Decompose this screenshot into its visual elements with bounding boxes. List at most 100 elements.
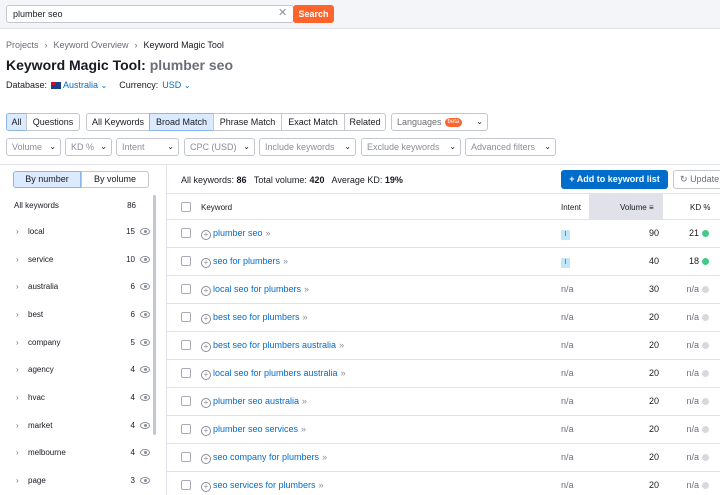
add-circle-icon[interactable]: + bbox=[201, 398, 211, 408]
tab-broad-match[interactable]: Broad Match bbox=[149, 113, 214, 131]
sidebar-item[interactable]: › agency 4 bbox=[14, 363, 150, 377]
sidebar-item[interactable]: › hvac 4 bbox=[14, 391, 150, 405]
row-checkbox[interactable] bbox=[181, 256, 191, 266]
header-volume[interactable]: Volume bbox=[620, 203, 647, 212]
add-circle-icon[interactable]: + bbox=[201, 482, 211, 492]
eye-icon[interactable] bbox=[140, 256, 150, 263]
double-chevron-right-icon[interactable]: » bbox=[301, 424, 306, 434]
filter-intent[interactable]: Intent ⌄ bbox=[116, 138, 179, 156]
double-chevron-right-icon[interactable]: » bbox=[303, 312, 308, 322]
double-chevron-right-icon[interactable]: » bbox=[283, 256, 288, 266]
filter-include-keywords[interactable]: Include keywords ⌄ bbox=[259, 138, 356, 156]
row-checkbox[interactable] bbox=[181, 452, 191, 462]
update-button[interactable]: ↻ Update bbox=[673, 170, 720, 189]
sidebar-scrollbar[interactable] bbox=[153, 195, 156, 435]
volume-value: 90 bbox=[648, 228, 659, 238]
languages-dropdown[interactable]: Languages beta ⌄ bbox=[391, 113, 488, 131]
sidebar-item[interactable]: › australia 6 bbox=[14, 280, 150, 294]
keyword-link[interactable]: + best seo for plumbers australia» bbox=[201, 340, 344, 352]
filter-volume[interactable]: Volume ⌄ bbox=[6, 138, 61, 156]
tab-by-number[interactable]: By number bbox=[13, 171, 81, 188]
select-all-checkbox[interactable] bbox=[181, 202, 191, 212]
tab-by-volume[interactable]: By volume bbox=[81, 171, 149, 188]
keyword-link[interactable]: + seo services for plumbers» bbox=[201, 480, 324, 492]
header-kd[interactable]: KD % bbox=[690, 203, 710, 212]
eye-icon[interactable] bbox=[140, 283, 150, 290]
database-select[interactable]: Australia ⌄ bbox=[51, 80, 107, 90]
add-circle-icon[interactable]: + bbox=[201, 370, 211, 380]
tab-related[interactable]: Related bbox=[344, 113, 386, 131]
search-input[interactable]: plumber seo bbox=[6, 5, 294, 23]
sidebar-item[interactable]: › page 3 bbox=[14, 474, 150, 488]
sidebar-item[interactable]: › local 15 bbox=[14, 225, 150, 239]
keyword-link[interactable]: + seo company for plumbers» bbox=[201, 452, 327, 464]
double-chevron-right-icon[interactable]: » bbox=[339, 340, 344, 350]
filter-kd[interactable]: KD % ⌄ bbox=[65, 138, 112, 156]
keyword-link[interactable]: + plumber seo australia» bbox=[201, 396, 307, 408]
clear-icon[interactable]: ✕ bbox=[278, 7, 287, 19]
intent-value: n/a bbox=[561, 312, 574, 322]
stat-value: 19% bbox=[384, 175, 403, 185]
keyword-link[interactable]: + plumber seo» bbox=[201, 228, 271, 240]
sidebar-item[interactable]: › service 10 bbox=[14, 253, 150, 267]
add-circle-icon[interactable]: + bbox=[201, 230, 211, 240]
row-checkbox[interactable] bbox=[181, 396, 191, 406]
tab-exact-match[interactable]: Exact Match bbox=[281, 113, 345, 131]
eye-icon[interactable] bbox=[140, 339, 150, 346]
sidebar-item[interactable]: › melbourne 4 bbox=[14, 446, 150, 460]
keyword-link[interactable]: + best seo for plumbers» bbox=[201, 312, 308, 324]
sidebar-all-keywords[interactable]: All keywords 86 bbox=[14, 201, 136, 210]
double-chevron-right-icon[interactable]: » bbox=[341, 368, 346, 378]
add-circle-icon[interactable]: + bbox=[201, 314, 211, 324]
sidebar-item[interactable]: › best 6 bbox=[14, 308, 150, 322]
double-chevron-right-icon[interactable]: » bbox=[322, 452, 327, 462]
add-to-keyword-list-button[interactable]: + Add to keyword list bbox=[561, 170, 668, 189]
keyword-link[interactable]: + local seo for plumbers australia» bbox=[201, 368, 346, 380]
search-button[interactable]: Search bbox=[293, 5, 334, 23]
header-intent[interactable]: Intent bbox=[561, 203, 581, 212]
currency-select[interactable]: USD ⌄ bbox=[162, 80, 190, 90]
row-checkbox[interactable] bbox=[181, 424, 191, 434]
row-checkbox[interactable] bbox=[181, 480, 191, 490]
header-keyword[interactable]: Keyword bbox=[201, 203, 232, 212]
add-circle-icon[interactable]: + bbox=[201, 258, 211, 268]
add-circle-icon[interactable]: + bbox=[201, 286, 211, 296]
eye-icon[interactable] bbox=[140, 477, 150, 484]
stat-label: Total volume: bbox=[253, 175, 307, 185]
breadcrumb-projects[interactable]: Projects bbox=[6, 40, 39, 50]
double-chevron-right-icon[interactable]: » bbox=[304, 284, 309, 294]
eye-icon[interactable] bbox=[140, 422, 150, 429]
kd-indicator-dot bbox=[702, 342, 709, 349]
breadcrumb-keyword-overview[interactable]: Keyword Overview bbox=[54, 40, 129, 50]
row-checkbox[interactable] bbox=[181, 368, 191, 378]
intent-value: n/a bbox=[561, 284, 574, 294]
filter-exclude-keywords[interactable]: Exclude keywords ⌄ bbox=[361, 138, 461, 156]
keyword-link[interactable]: + local seo for plumbers» bbox=[201, 284, 309, 296]
tab-phrase-match[interactable]: Phrase Match bbox=[213, 113, 282, 131]
double-chevron-right-icon[interactable]: » bbox=[302, 396, 307, 406]
tab-all[interactable]: All bbox=[6, 113, 27, 131]
row-checkbox[interactable] bbox=[181, 340, 191, 350]
tab-all-keywords[interactable]: All Keywords bbox=[86, 113, 150, 131]
sidebar-item[interactable]: › company 5 bbox=[14, 336, 150, 350]
sort-icon[interactable]: ≡ bbox=[649, 203, 654, 212]
add-circle-icon[interactable]: + bbox=[201, 426, 211, 436]
row-checkbox[interactable] bbox=[181, 228, 191, 238]
eye-icon[interactable] bbox=[140, 228, 150, 235]
row-checkbox[interactable] bbox=[181, 284, 191, 294]
eye-icon[interactable] bbox=[140, 311, 150, 318]
sidebar-item[interactable]: › market 4 bbox=[14, 419, 150, 433]
eye-icon[interactable] bbox=[140, 366, 150, 373]
filter-cpc[interactable]: CPC (USD) ⌄ bbox=[184, 138, 255, 156]
eye-icon[interactable] bbox=[140, 394, 150, 401]
add-circle-icon[interactable]: + bbox=[201, 454, 211, 464]
double-chevron-right-icon[interactable]: » bbox=[319, 480, 324, 490]
add-circle-icon[interactable]: + bbox=[201, 342, 211, 352]
tab-questions[interactable]: Questions bbox=[26, 113, 80, 131]
eye-icon[interactable] bbox=[140, 449, 150, 456]
keyword-link[interactable]: + plumber seo services» bbox=[201, 424, 306, 436]
filter-advanced[interactable]: Advanced filters ⌄ bbox=[465, 138, 556, 156]
keyword-link[interactable]: + seo for plumbers» bbox=[201, 256, 288, 268]
row-checkbox[interactable] bbox=[181, 312, 191, 322]
double-chevron-right-icon[interactable]: » bbox=[266, 228, 271, 238]
